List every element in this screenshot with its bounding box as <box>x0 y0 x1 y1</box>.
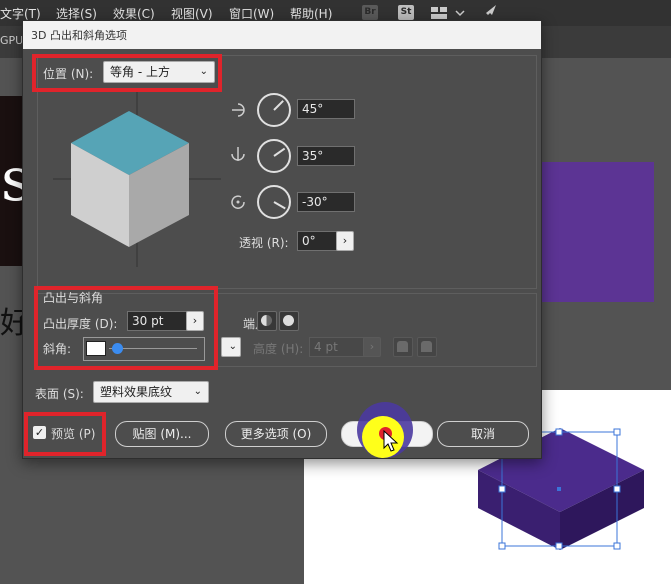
dialog-title-bar[interactable]: 3D 凸出和斜角选项 <box>23 21 541 49</box>
rotate-z-icon <box>231 195 245 209</box>
height-arrow-icon: › <box>363 337 381 357</box>
rotate-y-dial[interactable] <box>257 139 291 173</box>
more-options-button[interactable]: 更多选项 (O) <box>225 421 327 447</box>
rotate-y-field[interactable]: 35° <box>297 146 355 166</box>
cap-off-icon[interactable] <box>279 311 299 331</box>
surface-select[interactable]: 塑料效果底纹 ⌄ <box>93 381 209 403</box>
rotate-x-dial[interactable] <box>257 93 291 127</box>
bevel-in-icon <box>417 337 437 357</box>
bevel-out-icon <box>393 337 413 357</box>
surface-value: 塑料效果底纹 <box>100 385 173 399</box>
dialog-title: 3D 凸出和斜角选项 <box>31 29 127 42</box>
map-button[interactable]: 贴图 (M)... <box>115 421 209 447</box>
chevron-down-icon: ⌄ <box>193 386 202 397</box>
rotate-x-field[interactable]: 45° <box>297 99 355 119</box>
perspective-arrow-icon[interactable]: › <box>336 231 354 251</box>
surface-label: 表面 (S): <box>35 387 84 401</box>
stock-icon[interactable]: St <box>398 5 414 20</box>
arrange-documents-icon[interactable] <box>430 5 466 21</box>
highlight-position <box>32 54 222 92</box>
purple-rectangle[interactable] <box>540 162 654 302</box>
height-label: 高度 (H): <box>253 342 304 356</box>
perspective-label: 透视 (R): <box>239 236 289 250</box>
highlight-preview <box>24 412 106 456</box>
rotate-x-icon <box>232 103 245 117</box>
cursor-icon <box>383 430 399 452</box>
document-tab-label[interactable]: GPU <box>0 34 23 47</box>
perspective-field[interactable]: 0° <box>297 231 341 251</box>
rotate-z-field[interactable]: -30° <box>297 192 355 212</box>
highlight-extrude <box>34 286 218 370</box>
cancel-button[interactable]: 取消 <box>437 421 529 447</box>
rotate-y-icon <box>231 147 245 161</box>
chevron-down-icon: ⌄ <box>228 341 237 352</box>
rotate-z-dial[interactable] <box>257 185 291 219</box>
cap-on-icon[interactable] <box>257 311 277 331</box>
bridge-icon[interactable]: Br <box>362 5 378 20</box>
cube-preview[interactable] <box>53 91 221 267</box>
height-field: 4 pt <box>309 337 365 357</box>
bevel-dropdown[interactable]: ⌄ <box>221 337 241 357</box>
